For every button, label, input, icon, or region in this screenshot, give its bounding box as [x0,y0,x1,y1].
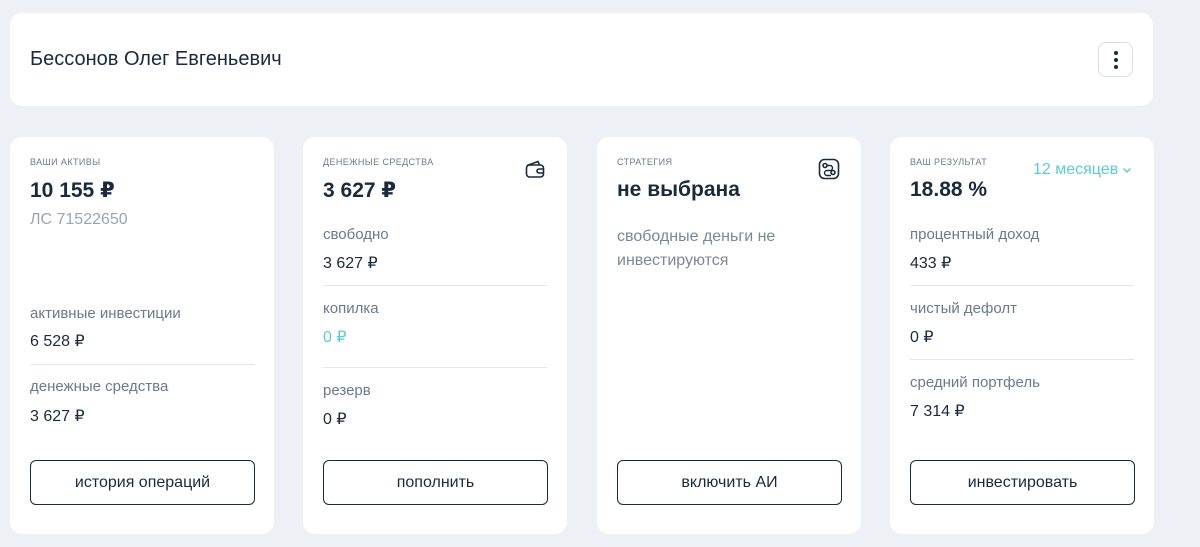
chevron-down-icon [1123,168,1132,173]
assets-total: 10 155 ₽ [30,179,115,202]
free-label: свободно [323,226,389,243]
assets-card: ваши активы 10 155 ₽ ЛС 71522650 активны… [10,137,274,534]
wallet-icon [525,160,545,178]
piggy-value: 0 ₽ [323,329,347,346]
cash-card: денежные средства 3 627 ₽ свободно 3 627… [303,137,567,534]
interest-income-value: 433 ₽ [910,255,952,272]
divider [910,285,1134,286]
piggy-label: копилка [323,300,379,317]
net-default-label: чистый дефолт [910,300,1017,317]
cash-value: 3 627 ₽ [30,408,85,425]
divider [910,359,1134,360]
strategy-card: стратегия не выбрана свободные деньги не… [597,137,861,534]
cash-label: денежные средства [30,378,169,395]
result-caption: ваш результат [910,157,988,167]
enable-ai-button[interactable]: включить АИ [617,460,842,505]
invest-button[interactable]: инвестировать [910,460,1135,505]
result-card: ваш результат 12 месяцев 18.88 % процент… [890,137,1154,534]
strategy-value: не выбрана [617,178,740,201]
result-value: 18.88 % [910,178,988,201]
strategy-caption: стратегия [617,157,673,167]
active-investments-label: активные инвестиции [30,305,181,322]
operations-history-button[interactable]: история операций [30,460,255,505]
cash-caption: денежные средства [323,157,434,167]
account-number: ЛС 71522650 [30,211,128,228]
more-menu-button[interactable] [1098,42,1133,77]
more-dot-icon [1113,50,1118,55]
average-portfolio-label: средний портфель [910,374,1040,391]
interest-income-label: процентный доход [910,226,1040,243]
divider [323,285,547,286]
divider [323,367,547,368]
route-icon [818,158,840,180]
more-dot-icon [1113,57,1118,62]
period-dropdown[interactable]: 12 месяцев [1033,161,1132,179]
profile-header: Бессонов Олег Евгеньевич [10,13,1153,106]
strategy-description: свободные деньги не инвестируются [617,228,776,269]
average-portfolio-value: 7 314 ₽ [910,403,965,420]
free-value: 3 627 ₽ [323,255,378,272]
active-investments-value: 6 528 ₽ [30,333,85,350]
reserve-label: резерв [323,382,371,399]
more-dot-icon [1113,64,1118,69]
divider [30,364,254,365]
top-up-button[interactable]: пополнить [323,460,548,505]
reserve-value: 0 ₽ [323,411,347,428]
cash-total: 3 627 ₽ [323,179,396,202]
user-name: Бессонов Олег Евгеньевич [30,48,282,70]
period-label: 12 месяцев [1033,161,1119,178]
assets-caption: ваши активы [30,157,101,167]
net-default-value: 0 ₽ [910,329,934,346]
